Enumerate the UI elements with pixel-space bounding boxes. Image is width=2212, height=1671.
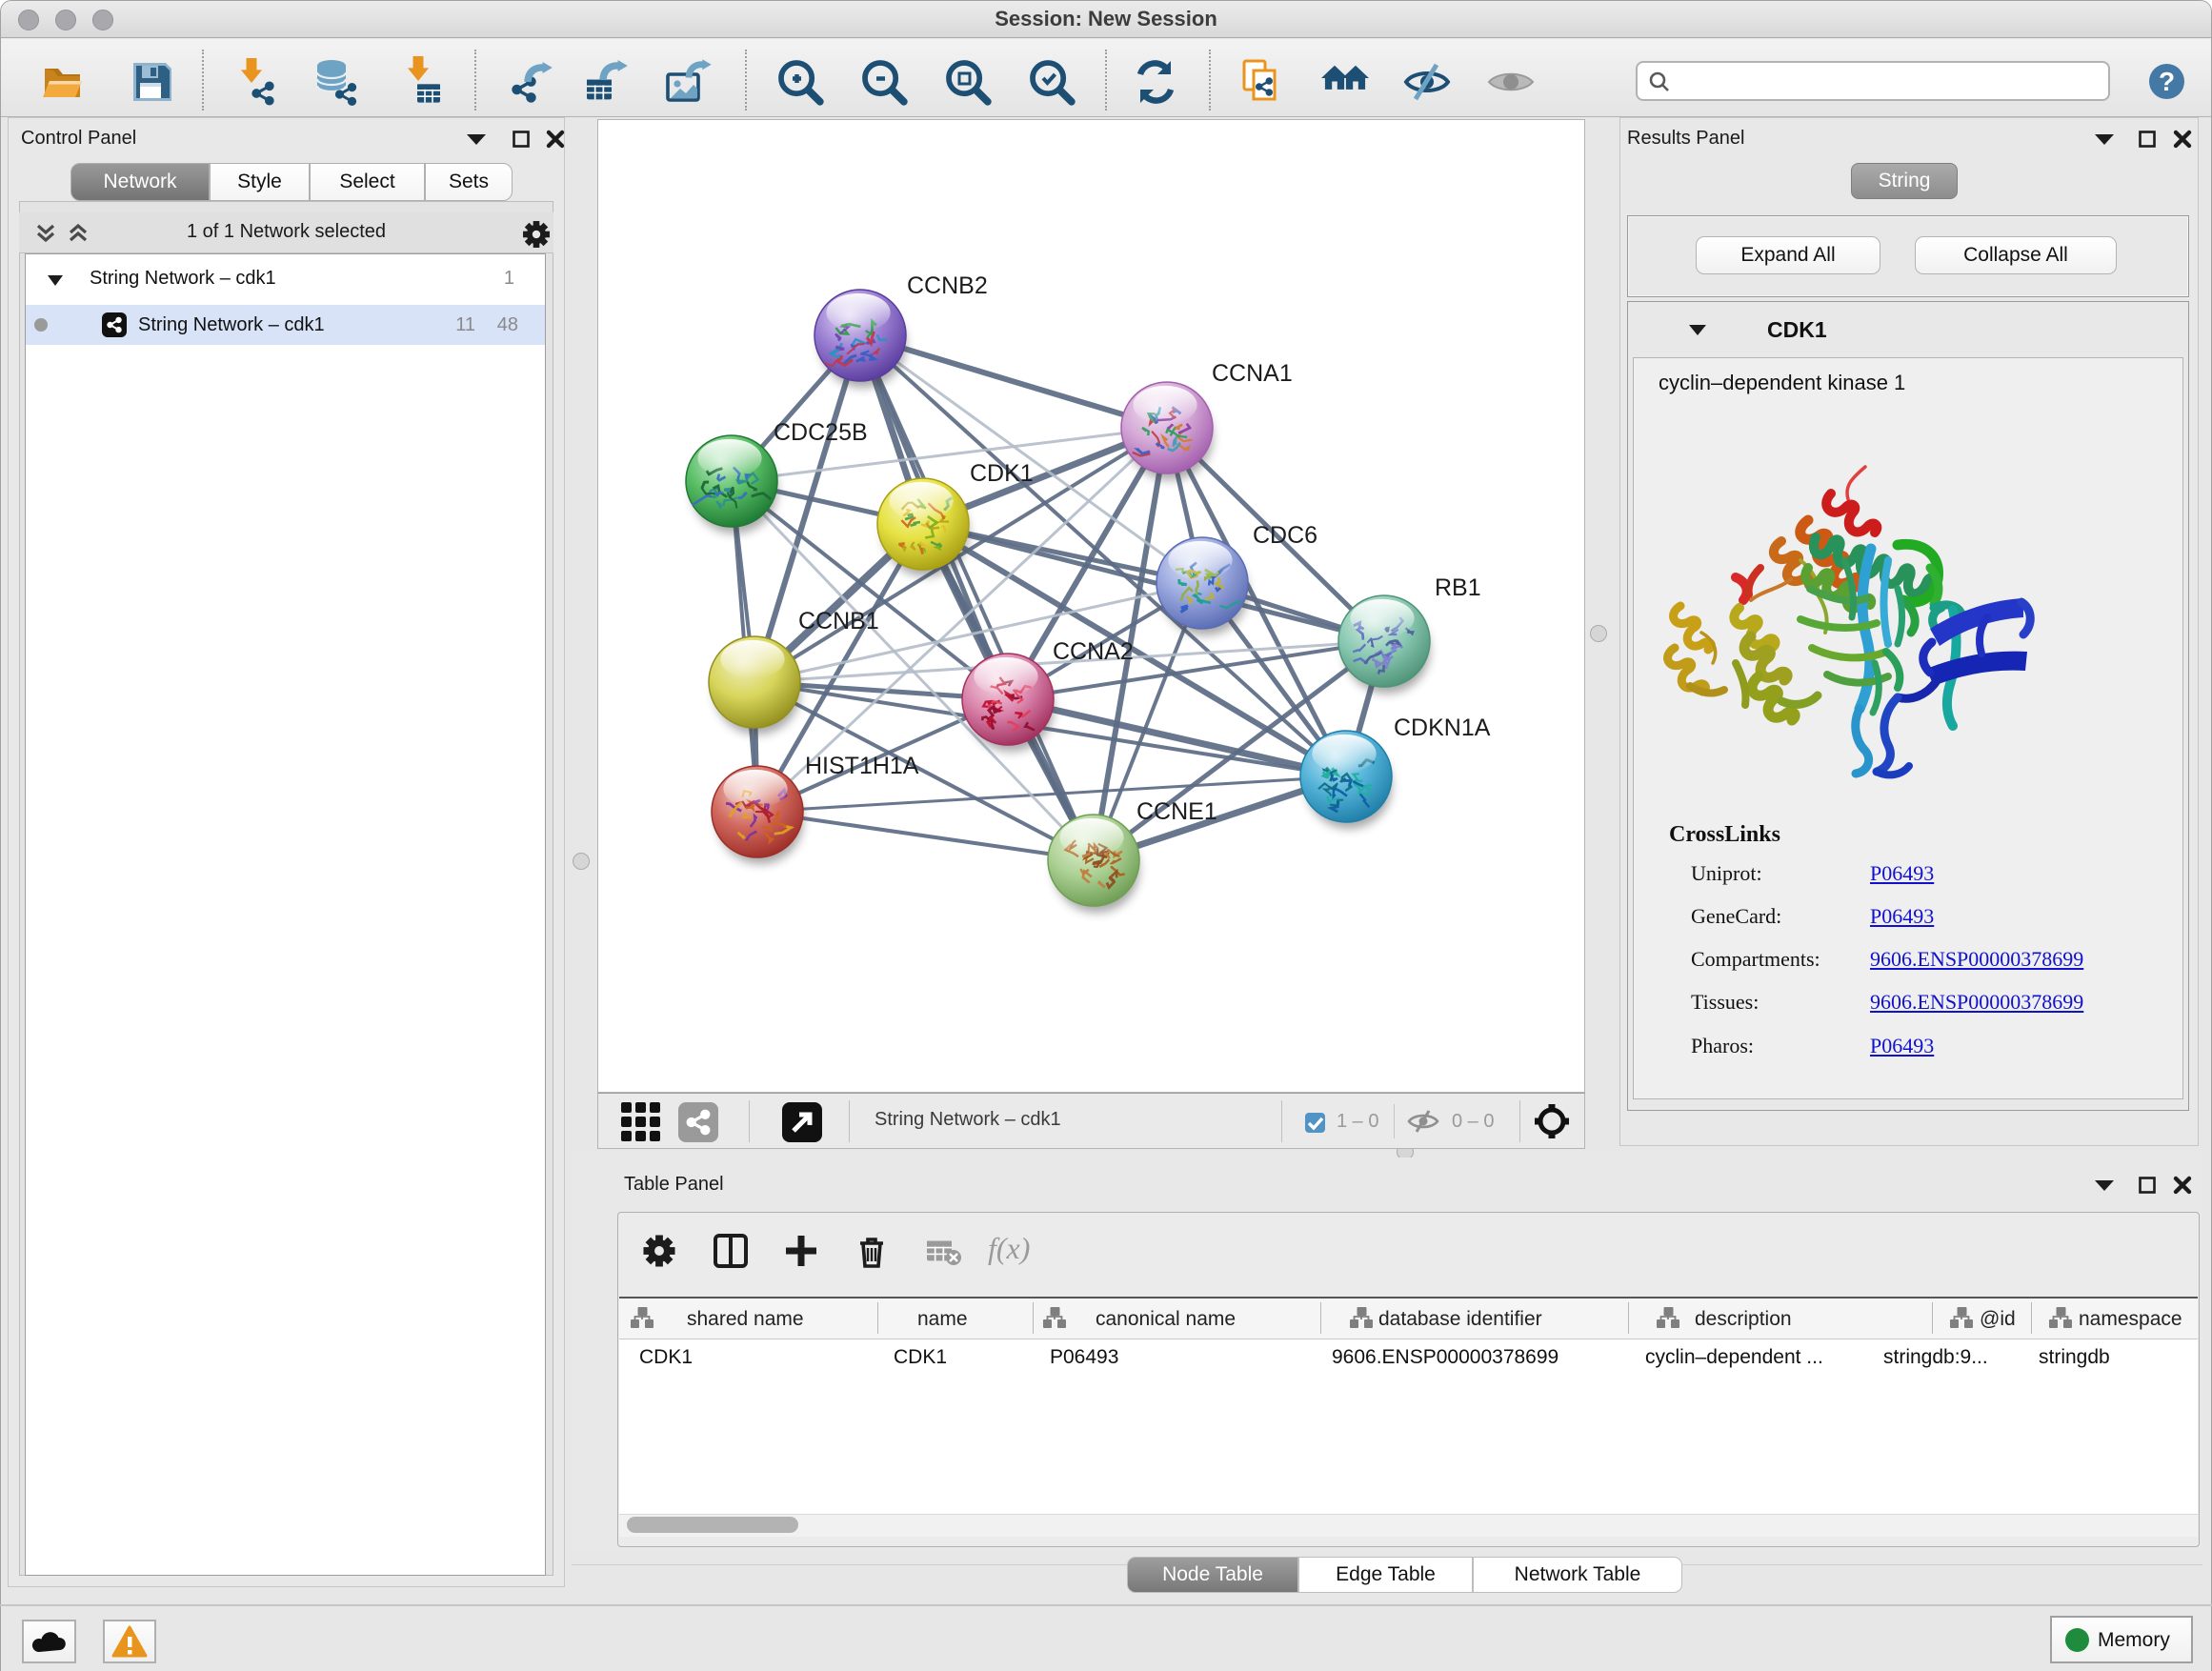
svg-text:CDK1: CDK1	[970, 460, 1034, 487]
svg-text:CCNB1: CCNB1	[798, 608, 879, 634]
svg-text:CCNA1: CCNA1	[1212, 360, 1293, 387]
svg-text:CCNE1: CCNE1	[1136, 798, 1217, 825]
svg-text:CDC25B: CDC25B	[774, 419, 868, 446]
svg-text:HIST1H1A: HIST1H1A	[805, 753, 919, 779]
svg-text:RB1: RB1	[1435, 574, 1481, 601]
svg-text:CDC6: CDC6	[1253, 522, 1317, 549]
svg-text:CDKN1A: CDKN1A	[1394, 715, 1491, 741]
svg-text:CCNA2: CCNA2	[1053, 638, 1134, 665]
svg-text:CCNB2: CCNB2	[907, 272, 988, 299]
